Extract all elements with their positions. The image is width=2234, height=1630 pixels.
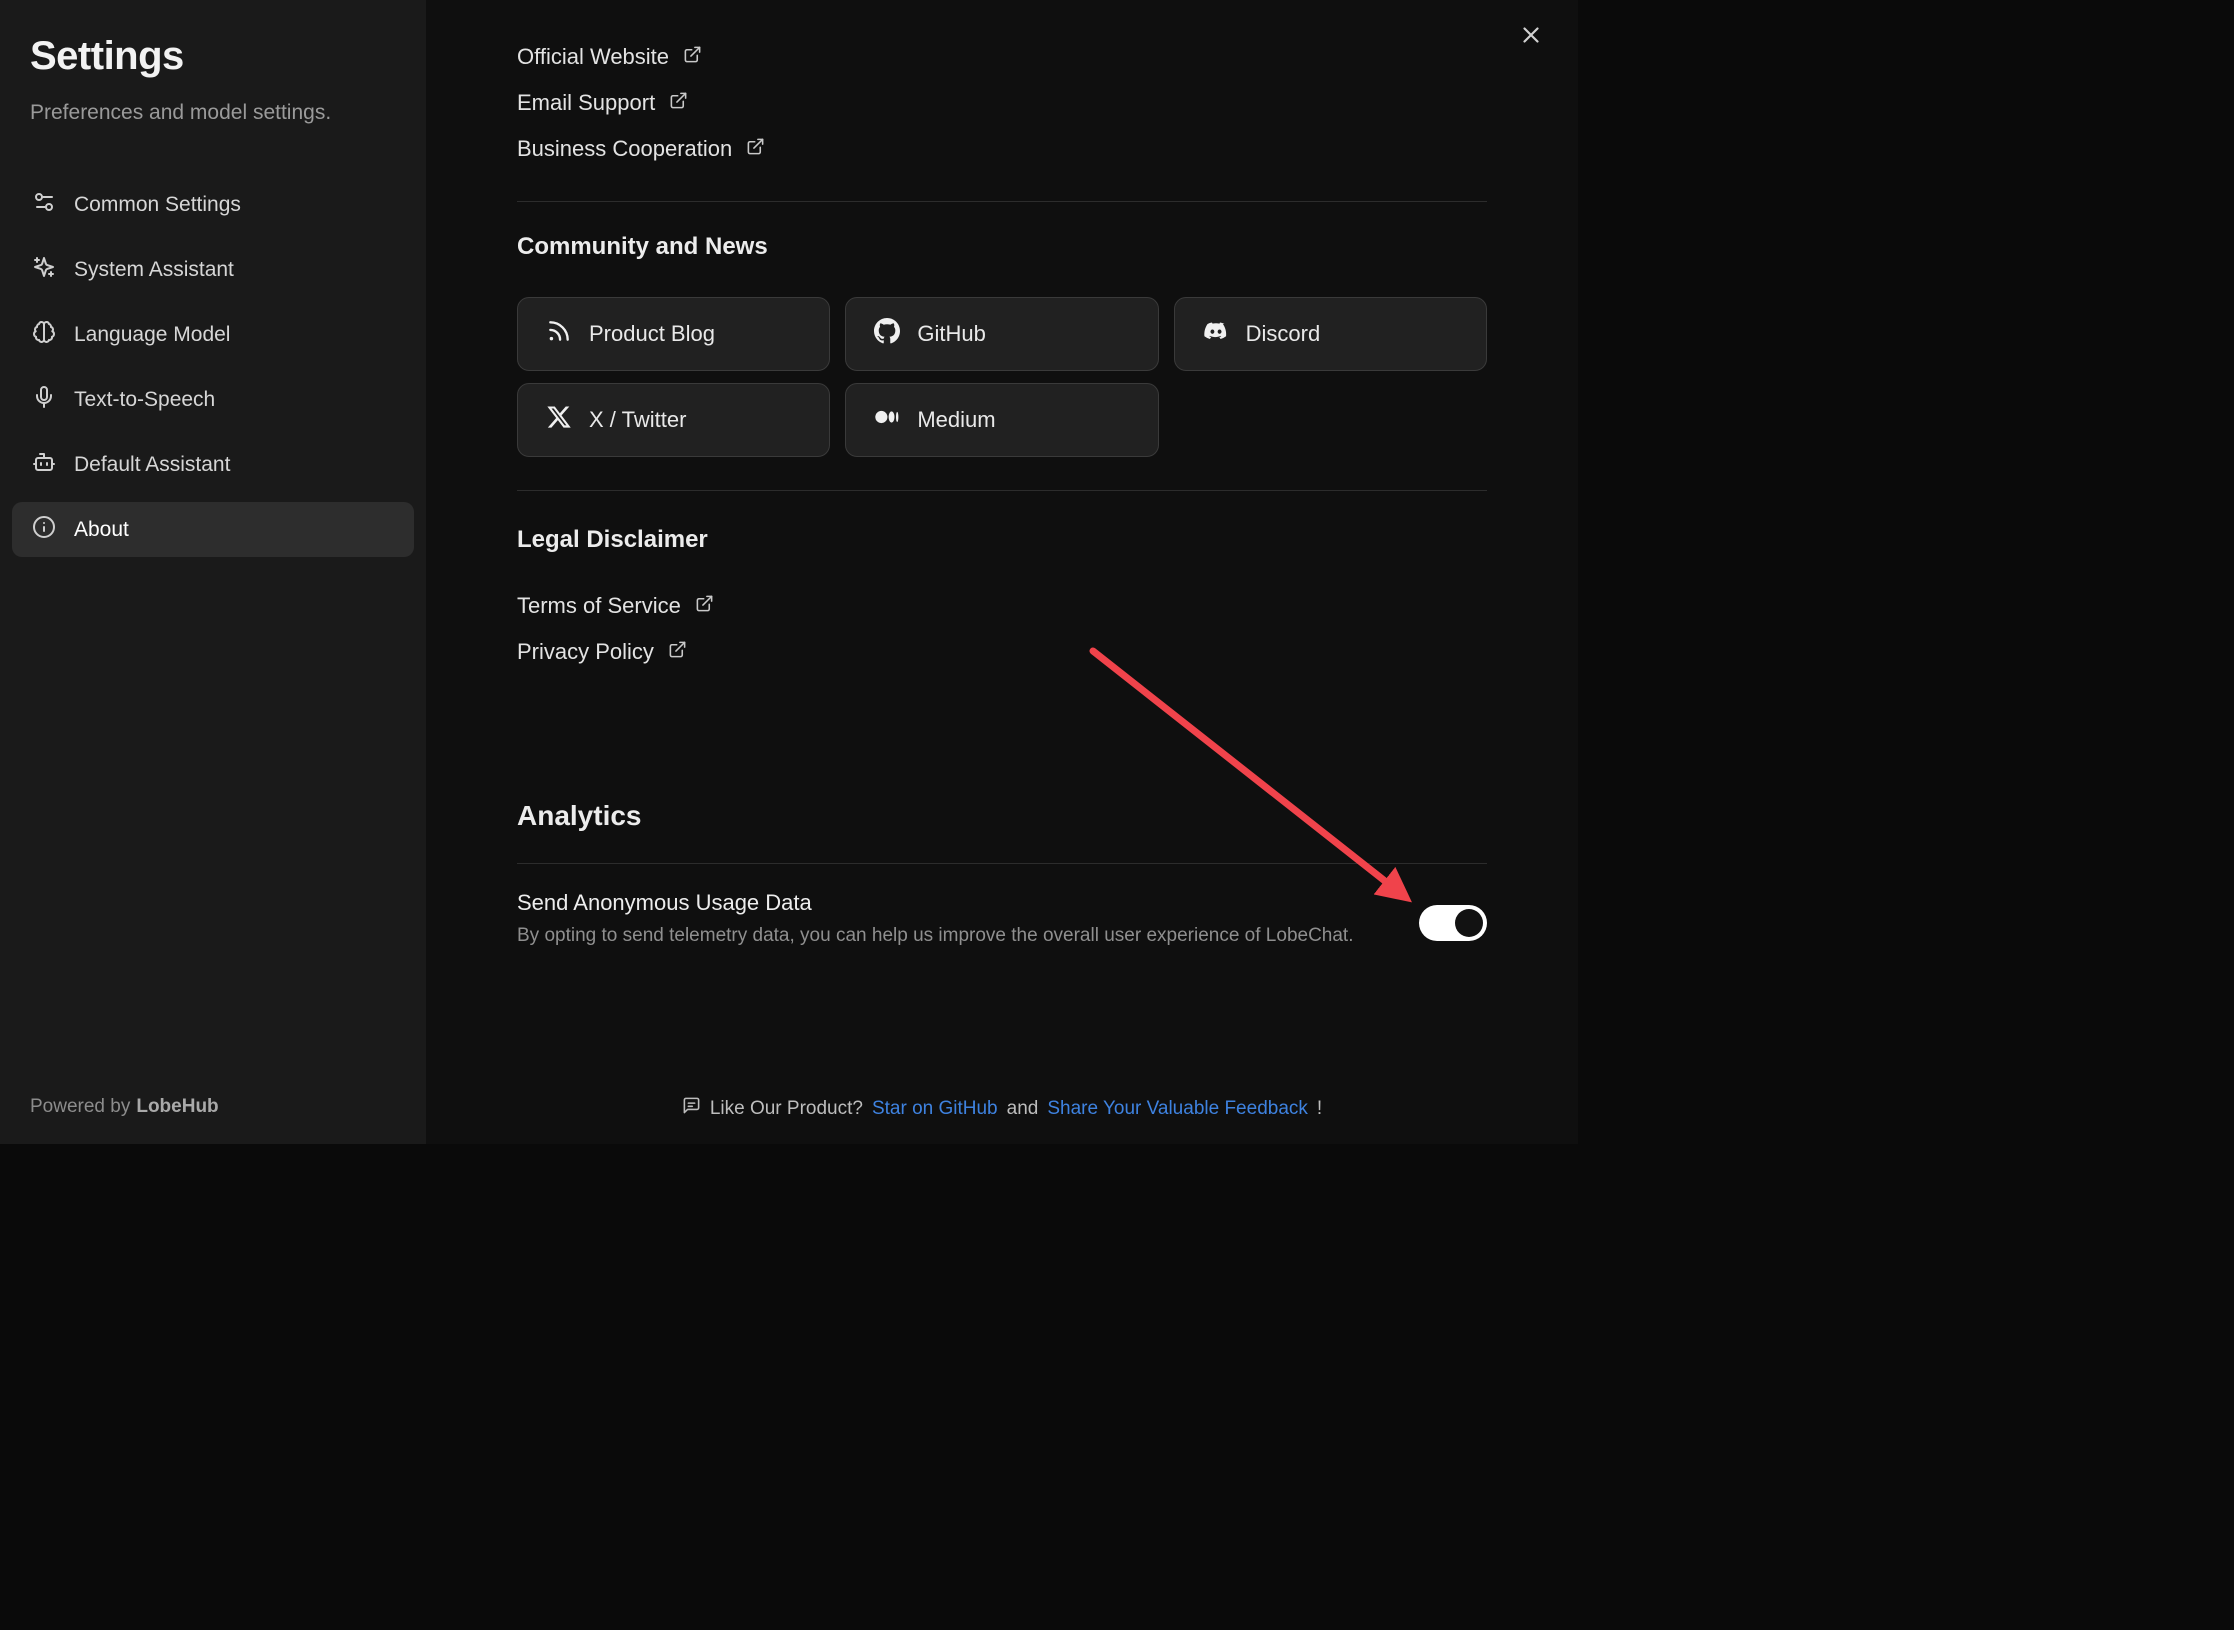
community-buttons: Product Blog GitHub Discord X / Twitter … xyxy=(517,297,1487,457)
sidebar-item-label: System Assistant xyxy=(74,258,234,282)
discord-button[interactable]: Discord xyxy=(1174,297,1487,371)
divider xyxy=(517,863,1487,864)
contact-section-heading-cutoff: Contact Us xyxy=(517,0,1487,10)
divider xyxy=(517,490,1487,491)
message-icon xyxy=(682,1096,701,1121)
sidebar-item-default-assistant[interactable]: Default Assistant xyxy=(12,437,414,492)
sidebar-item-system-assistant[interactable]: System Assistant xyxy=(12,242,414,297)
settings-modal: Settings Preferences and model settings.… xyxy=(0,0,1578,1144)
link-label: Privacy Policy xyxy=(517,639,654,665)
terms-of-service-link[interactable]: Terms of Service xyxy=(517,583,714,629)
sidebar-item-label: About xyxy=(74,518,129,542)
page-title: Settings xyxy=(30,34,396,79)
lobehub-brand[interactable]: LobeHub xyxy=(136,1096,218,1117)
product-blog-button[interactable]: Product Blog xyxy=(517,297,830,371)
x-twitter-button[interactable]: X / Twitter xyxy=(517,383,830,457)
brain-icon xyxy=(32,320,56,350)
sliders-icon xyxy=(32,190,56,220)
footer-prompt: Like Our Product? xyxy=(710,1098,863,1120)
powered-by: Powered by LobeHub xyxy=(30,1096,219,1118)
usage-data-title: Send Anonymous Usage Data xyxy=(517,890,1354,916)
external-link-icon xyxy=(683,44,702,70)
contact-links: Official Website Email Support Business … xyxy=(517,34,1487,172)
sidebar-item-text-to-speech[interactable]: Text-to-Speech xyxy=(12,372,414,427)
page-subtitle: Preferences and model settings. xyxy=(30,101,396,125)
official-website-link[interactable]: Official Website xyxy=(517,34,702,80)
footer-suffix: ! xyxy=(1317,1098,1322,1120)
sidebar-item-label: Language Model xyxy=(74,323,230,347)
settings-sidebar: Settings Preferences and model settings.… xyxy=(0,0,426,1144)
x-icon xyxy=(546,404,572,436)
usage-data-toggle[interactable] xyxy=(1419,905,1487,941)
business-cooperation-link[interactable]: Business Cooperation xyxy=(517,126,765,172)
usage-data-description: By opting to send telemetry data, you ca… xyxy=(517,925,1354,947)
contact-heading: Contact Us xyxy=(517,0,1487,7)
about-settings-content: Contact Us Official Website Email Suppor… xyxy=(426,0,1578,1144)
button-label: X / Twitter xyxy=(589,407,686,433)
divider xyxy=(517,201,1487,202)
close-icon[interactable] xyxy=(1516,20,1546,50)
toggle-knob xyxy=(1455,909,1483,937)
share-feedback-link[interactable]: Share Your Valuable Feedback xyxy=(1047,1098,1308,1120)
sidebar-item-about[interactable]: About xyxy=(12,502,414,557)
button-label: Product Blog xyxy=(589,321,715,347)
mic-icon xyxy=(32,385,56,415)
sidebar-item-language-model[interactable]: Language Model xyxy=(12,307,414,362)
footer-conjunction: and xyxy=(1007,1098,1039,1120)
sidebar-item-common-settings[interactable]: Common Settings xyxy=(12,177,414,232)
external-link-icon xyxy=(695,593,714,619)
medium-icon xyxy=(874,404,900,436)
button-label: Medium xyxy=(917,407,995,433)
link-label: Business Cooperation xyxy=(517,136,732,162)
github-icon xyxy=(874,318,900,350)
link-label: Official Website xyxy=(517,44,669,70)
info-icon xyxy=(32,515,56,545)
usage-data-setting: Send Anonymous Usage Data By opting to s… xyxy=(517,890,1487,947)
github-button[interactable]: GitHub xyxy=(845,297,1158,371)
legal-links: Terms of Service Privacy Policy xyxy=(517,583,1487,675)
bot-icon xyxy=(32,450,56,480)
content-footer: Like Our Product? Star on GitHub and Sha… xyxy=(426,1096,1578,1121)
powered-by-text: Powered by xyxy=(30,1096,130,1117)
external-link-icon xyxy=(746,136,765,162)
rss-icon xyxy=(546,318,572,350)
community-heading: Community and News xyxy=(517,232,1487,262)
sidebar-item-label: Text-to-Speech xyxy=(74,388,215,412)
privacy-policy-link[interactable]: Privacy Policy xyxy=(517,629,687,675)
link-label: Terms of Service xyxy=(517,593,681,619)
analytics-heading: Analytics xyxy=(517,799,1487,833)
button-label: Discord xyxy=(1246,321,1321,347)
star-on-github-link[interactable]: Star on GitHub xyxy=(872,1098,998,1120)
usage-data-texts: Send Anonymous Usage Data By opting to s… xyxy=(517,890,1354,947)
sidebar-item-label: Default Assistant xyxy=(74,453,230,477)
external-link-icon xyxy=(669,90,688,116)
settings-nav: Common Settings System Assistant Languag… xyxy=(12,177,414,557)
discord-icon xyxy=(1203,318,1229,350)
button-label: GitHub xyxy=(917,321,985,347)
link-label: Email Support xyxy=(517,90,655,116)
email-support-link[interactable]: Email Support xyxy=(517,80,688,126)
sparkles-icon xyxy=(32,255,56,285)
medium-button[interactable]: Medium xyxy=(845,383,1158,457)
sidebar-item-label: Common Settings xyxy=(74,193,241,217)
legal-heading: Legal Disclaimer xyxy=(517,523,1487,557)
external-link-icon xyxy=(668,639,687,665)
